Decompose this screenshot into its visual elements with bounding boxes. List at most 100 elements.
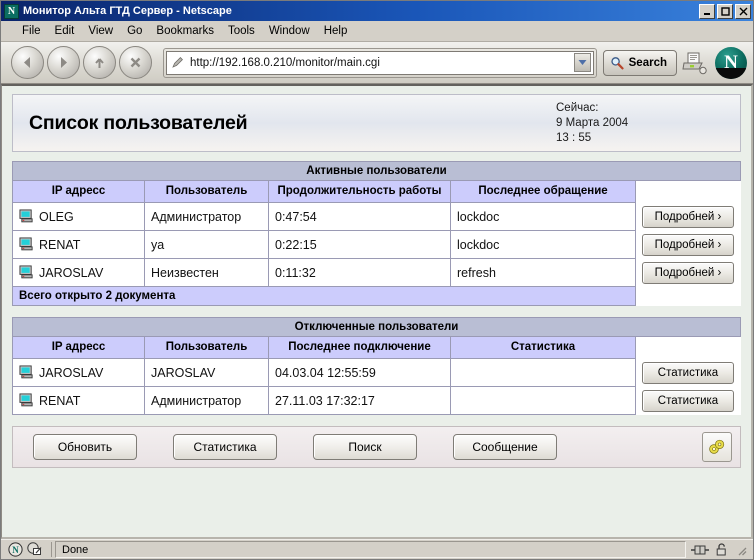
window-controls bbox=[699, 4, 751, 19]
cell-user: ya bbox=[145, 231, 269, 259]
window-title: Монитор Альта ГТД Сервер - Netscape bbox=[23, 5, 699, 17]
menu-tools[interactable]: Tools bbox=[221, 23, 262, 39]
printer-icon[interactable] bbox=[677, 51, 711, 75]
statistics-button[interactable]: Статистика bbox=[642, 390, 734, 412]
column-last-connect: Последнее подключение bbox=[269, 337, 451, 359]
message-button[interactable]: Сообщение bbox=[453, 434, 557, 460]
url-input[interactable] bbox=[188, 56, 574, 70]
menu-view[interactable]: View bbox=[81, 23, 120, 39]
netscape-logo-icon[interactable]: N bbox=[715, 47, 747, 79]
netscape-logo-letter: N bbox=[724, 52, 738, 74]
table-row: OLEG Администратор 0:47:54 lockdoc Подро… bbox=[13, 203, 741, 231]
cell-action: Подробней › bbox=[636, 231, 741, 259]
ip-label: JAROSLAV bbox=[39, 266, 103, 280]
cell-duration: 0:22:15 bbox=[269, 231, 451, 259]
status-text: Done bbox=[55, 541, 686, 558]
cell-ip: JAROSLAV bbox=[13, 359, 145, 387]
search-button-label: Search bbox=[629, 57, 667, 69]
column-action bbox=[636, 181, 741, 203]
disconnected-table-caption-row: Отключенные пользователи bbox=[13, 318, 741, 337]
ip-label: RENAT bbox=[39, 394, 80, 408]
menu-help[interactable]: Help bbox=[317, 23, 355, 39]
cell-statistics bbox=[451, 387, 636, 415]
now-date: 9 Марта 2004 bbox=[556, 116, 726, 131]
active-table-footer: Всего открыто 2 документа bbox=[13, 287, 636, 306]
menu-edit[interactable]: Edit bbox=[48, 23, 82, 39]
details-button[interactable]: Подробней › bbox=[642, 262, 734, 284]
menu-bookmarks[interactable]: Bookmarks bbox=[149, 23, 221, 39]
settings-button[interactable] bbox=[702, 432, 732, 462]
column-statistics: Статистика bbox=[451, 337, 636, 359]
table-row: RENAT Администратор 27.11.03 17:32:17 Ст… bbox=[13, 387, 741, 415]
search-button[interactable]: Поиск bbox=[313, 434, 417, 460]
close-icon[interactable] bbox=[735, 4, 751, 19]
computer-icon bbox=[19, 209, 34, 224]
forward-icon[interactable] bbox=[47, 46, 80, 79]
ip-label: RENAT bbox=[39, 238, 80, 252]
status-icons: N bbox=[3, 542, 48, 557]
active-table-caption: Активные пользователи bbox=[13, 162, 741, 181]
column-last-request: Последнее обращение bbox=[451, 181, 636, 203]
minimize-icon[interactable] bbox=[699, 4, 715, 19]
computer-icon bbox=[19, 237, 34, 252]
cell-action: Статистика bbox=[636, 387, 741, 415]
table-row: JAROSLAV JAROSLAV 04.03.04 12:55:59 Стат… bbox=[13, 359, 741, 387]
unlocked-padlock-icon[interactable] bbox=[715, 542, 730, 557]
cell-last-connect: 04.03.04 12:55:59 bbox=[269, 359, 451, 387]
url-bar bbox=[163, 48, 597, 78]
disconnected-users-table: Отключенные пользователи IP адресс Польз… bbox=[12, 317, 741, 415]
pencil-bookmark-icon bbox=[171, 56, 184, 69]
current-time-block: Сейчас: 9 Марта 2004 13 : 55 bbox=[556, 101, 726, 146]
now-time: 13 : 55 bbox=[556, 131, 726, 146]
cell-ip: JAROSLAV bbox=[13, 259, 145, 287]
menu-go[interactable]: Go bbox=[120, 23, 149, 39]
page-header: Список пользователей Сейчас: 9 Марта 200… bbox=[12, 94, 741, 152]
refresh-button[interactable]: Обновить bbox=[33, 434, 137, 460]
back-icon[interactable] bbox=[11, 46, 44, 79]
disconnected-table-caption: Отключенные пользователи bbox=[13, 318, 741, 337]
stop-icon[interactable] bbox=[119, 46, 152, 79]
cell-duration: 0:47:54 bbox=[269, 203, 451, 231]
details-button[interactable]: Подробней › bbox=[642, 234, 734, 256]
cell-last-request: lockdoc bbox=[451, 231, 636, 259]
cell-user: Администратор bbox=[145, 387, 269, 415]
magnifier-icon bbox=[610, 56, 624, 70]
ip-label: JAROSLAV bbox=[39, 366, 103, 380]
cell-last-request: lockdoc bbox=[451, 203, 636, 231]
page-content: Список пользователей Сейчас: 9 Марта 200… bbox=[1, 84, 753, 539]
maximize-icon[interactable] bbox=[717, 4, 733, 19]
active-table-caption-row: Активные пользователи bbox=[13, 162, 741, 181]
search-button[interactable]: Search bbox=[603, 50, 677, 76]
table-row: RENAT ya 0:22:15 lockdoc Подробней › bbox=[13, 231, 741, 259]
url-dropdown-button[interactable] bbox=[574, 53, 591, 72]
cell-action: Подробней › bbox=[636, 203, 741, 231]
menu-window[interactable]: Window bbox=[262, 23, 317, 39]
resize-grip[interactable] bbox=[735, 544, 747, 556]
now-label: Сейчас: bbox=[556, 101, 726, 116]
netscape-status-icon[interactable]: N bbox=[8, 542, 23, 557]
netscape-icon: N bbox=[4, 4, 19, 19]
status-bar: N Done bbox=[1, 539, 753, 559]
computer-icon bbox=[19, 365, 34, 380]
composer-icon[interactable] bbox=[27, 542, 43, 557]
network-icon[interactable] bbox=[690, 543, 710, 557]
computer-icon bbox=[19, 393, 34, 408]
menu-bar: File Edit View Go Bookmarks Tools Window… bbox=[1, 21, 753, 42]
cell-ip: RENAT bbox=[13, 231, 145, 259]
action-bar: Обновить Статистика Поиск Сообщение bbox=[12, 426, 741, 468]
menu-file[interactable]: File bbox=[15, 23, 48, 39]
cell-action: Статистика bbox=[636, 359, 741, 387]
ip-label: OLEG bbox=[39, 210, 74, 224]
browser-window: N Монитор Альта ГТД Сервер - Netscape Fi… bbox=[0, 0, 754, 560]
details-button[interactable]: Подробней › bbox=[642, 206, 734, 228]
column-user: Пользователь bbox=[145, 181, 269, 203]
cell-last-request: refresh bbox=[451, 259, 636, 287]
statistics-button[interactable]: Статистика bbox=[642, 362, 734, 384]
column-action bbox=[636, 337, 741, 359]
url-input-box[interactable] bbox=[166, 51, 594, 75]
statistics-button[interactable]: Статистика bbox=[173, 434, 277, 460]
cell-statistics bbox=[451, 359, 636, 387]
reload-icon[interactable] bbox=[83, 46, 116, 79]
gear-icon bbox=[707, 437, 727, 457]
table-spacer bbox=[12, 306, 741, 317]
